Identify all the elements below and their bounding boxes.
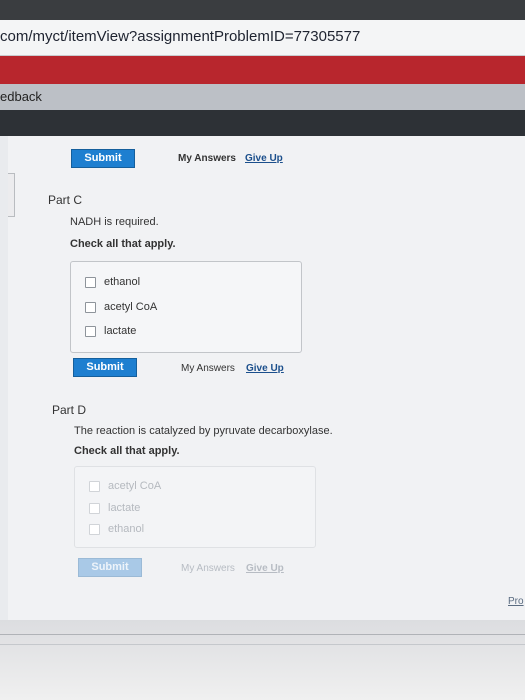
part-d-option: ethanol: [89, 523, 144, 539]
part-d-my-answers-link[interactable]: My Answers: [181, 563, 235, 574]
feedback-bar: edback: [0, 84, 525, 110]
part-d-options-box: acetyl CoA lactate ethanol: [74, 466, 316, 548]
checkbox: [89, 502, 100, 514]
part-c-instruction: Check all that apply.: [70, 238, 176, 250]
part-c-options-box: ethanol acetyl CoA lactate: [70, 261, 302, 353]
part-d-option: acetyl CoA: [89, 480, 161, 496]
part-c-option[interactable]: lactate: [85, 325, 136, 341]
part-c-option[interactable]: ethanol: [85, 276, 140, 292]
checkbox: [89, 523, 100, 535]
part-c-title: Part C: [48, 193, 83, 207]
browser-top-frame: [0, 0, 525, 20]
header-red-bar: [0, 56, 525, 84]
part-d-title: Part D: [52, 403, 87, 417]
checkbox: [89, 480, 100, 492]
checkbox[interactable]: [85, 325, 96, 337]
divider: [0, 634, 525, 635]
toolbar-band: [0, 110, 525, 136]
part-d-give-up-link[interactable]: Give Up: [246, 563, 284, 574]
part-d-option: lactate: [89, 502, 140, 518]
divider: [0, 644, 525, 645]
checkbox[interactable]: [85, 301, 96, 313]
part-d-instruction: Check all that apply.: [74, 445, 180, 457]
side-tab: [8, 173, 15, 217]
prev-my-answers-link[interactable]: My Answers: [178, 153, 236, 164]
part-c-give-up-link[interactable]: Give Up: [246, 363, 284, 374]
part-c-prompt: NADH is required.: [70, 216, 159, 228]
part-c-option[interactable]: acetyl CoA: [85, 301, 157, 317]
address-bar[interactable]: com/myct/itemView?assignmentProblemID=77…: [0, 20, 525, 56]
assignment-content: Submit My Answers Give Up Part C NADH is…: [8, 136, 525, 620]
prev-give-up-link[interactable]: Give Up: [245, 153, 283, 164]
prev-submit-button[interactable]: Submit: [71, 149, 135, 168]
url-text[interactable]: com/myct/itemView?assignmentProblemID=77…: [0, 28, 360, 45]
checkbox[interactable]: [85, 276, 96, 288]
footer-link[interactable]: Pro: [508, 596, 524, 607]
part-d-prompt: The reaction is catalyzed by pyruvate de…: [74, 425, 333, 437]
part-c-my-answers-link[interactable]: My Answers: [181, 363, 235, 374]
feedback-link[interactable]: edback: [0, 89, 42, 104]
part-d-submit-button[interactable]: Submit: [78, 558, 142, 577]
page-footer: [0, 620, 525, 700]
part-c-submit-button[interactable]: Submit: [73, 358, 137, 377]
